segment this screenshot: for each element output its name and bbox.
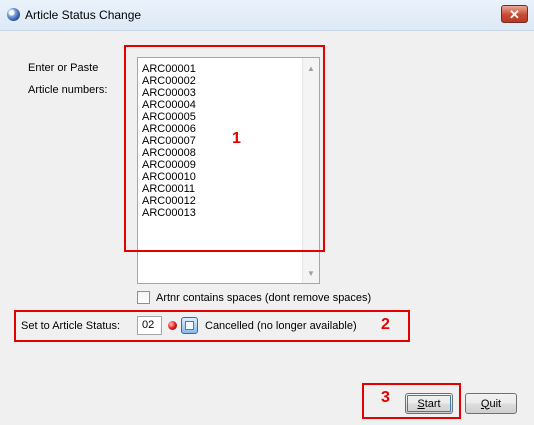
globe-icon: [7, 8, 20, 21]
annotation-number-3: 3: [381, 389, 390, 406]
spaces-checkbox[interactable]: [137, 291, 150, 304]
article-numbers-label: Article numbers:: [28, 84, 108, 96]
quit-label: uit: [489, 397, 502, 410]
annotation-box-3: [362, 383, 461, 419]
annotation-number-1: 1: [232, 130, 241, 147]
scroll-down-icon[interactable]: ▼: [303, 265, 319, 281]
close-button[interactable]: ✕: [501, 5, 528, 23]
annotation-number-2: 2: [381, 316, 390, 333]
window-title: Article Status Change: [25, 8, 142, 22]
enter-label: Enter or Paste: [28, 62, 99, 74]
title-bar: Article Status Change ✕: [0, 0, 534, 31]
annotation-box-1: [124, 45, 325, 252]
annotation-box-2: [14, 310, 410, 342]
close-icon: ✕: [509, 6, 520, 22]
spaces-checkbox-label: Artnr contains spaces (dont remove space…: [156, 292, 372, 304]
quit-button[interactable]: Quit: [465, 393, 517, 414]
